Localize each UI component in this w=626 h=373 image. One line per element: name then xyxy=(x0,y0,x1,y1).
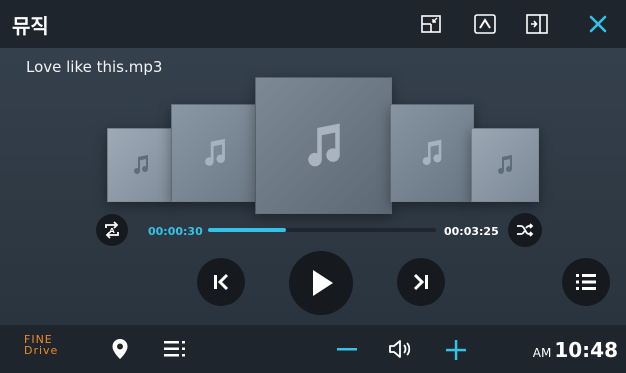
minimize-window-icon xyxy=(421,15,441,33)
album-cover-far-left[interactable] xyxy=(107,128,175,202)
location-pin-icon xyxy=(112,339,128,359)
seek-bar[interactable] xyxy=(208,228,436,232)
skip-next-icon xyxy=(413,273,428,291)
music-note-icon xyxy=(134,155,149,175)
collapse-up-icon xyxy=(474,14,496,34)
play-icon xyxy=(313,270,333,296)
clock: AM 10:48 xyxy=(533,338,618,362)
skip-previous-icon xyxy=(214,273,229,291)
location-button[interactable] xyxy=(111,338,129,364)
playlist-icon xyxy=(576,274,596,290)
plus-icon xyxy=(446,340,466,360)
app-title: 뮤직 xyxy=(12,14,49,38)
album-cover-right[interactable] xyxy=(390,104,474,202)
speaker-icon xyxy=(389,340,411,358)
seek-bar-fill xyxy=(208,228,286,232)
split-view-icon xyxy=(526,14,548,34)
playlist-button[interactable] xyxy=(562,258,610,306)
elapsed-time: 00:00:30 xyxy=(148,225,203,238)
collapse-up-button[interactable] xyxy=(472,12,498,36)
track-filename: Love like this.mp3 xyxy=(26,58,163,76)
volume-up-button[interactable] xyxy=(444,338,468,366)
duration-time: 00:03:25 xyxy=(444,225,499,238)
previous-button[interactable] xyxy=(197,258,245,306)
minimize-window-button[interactable] xyxy=(418,12,444,36)
next-button[interactable] xyxy=(397,258,445,306)
shuffle-icon xyxy=(517,223,534,237)
music-note-icon xyxy=(205,138,225,166)
finedrive-logo[interactable]: FINE Drive xyxy=(24,334,58,356)
brand-line2: Drive xyxy=(24,344,59,357)
volume-button[interactable] xyxy=(388,339,414,363)
menu-button[interactable] xyxy=(164,340,186,362)
clock-ampm: AM xyxy=(532,346,552,360)
close-button[interactable] xyxy=(585,12,611,36)
volume-down-button[interactable] xyxy=(335,341,359,361)
close-icon xyxy=(589,15,607,33)
svg-text:A: A xyxy=(109,227,115,235)
split-view-button[interactable] xyxy=(524,12,550,36)
album-cover-left[interactable] xyxy=(171,104,259,202)
music-note-icon xyxy=(307,123,340,166)
repeat-button[interactable]: A xyxy=(96,214,128,246)
music-note-icon xyxy=(498,155,513,175)
title-bar: 뮤직 xyxy=(0,0,626,48)
album-cover-far-right[interactable] xyxy=(471,128,539,202)
minus-icon xyxy=(337,348,357,351)
play-button[interactable] xyxy=(289,251,353,315)
album-cover-current[interactable] xyxy=(255,77,392,214)
shuffle-button[interactable] xyxy=(508,213,542,247)
repeat-a-icon: A xyxy=(105,221,119,239)
menu-icon xyxy=(164,341,185,357)
clock-time: 10:48 xyxy=(554,338,618,362)
music-note-icon xyxy=(422,139,442,166)
